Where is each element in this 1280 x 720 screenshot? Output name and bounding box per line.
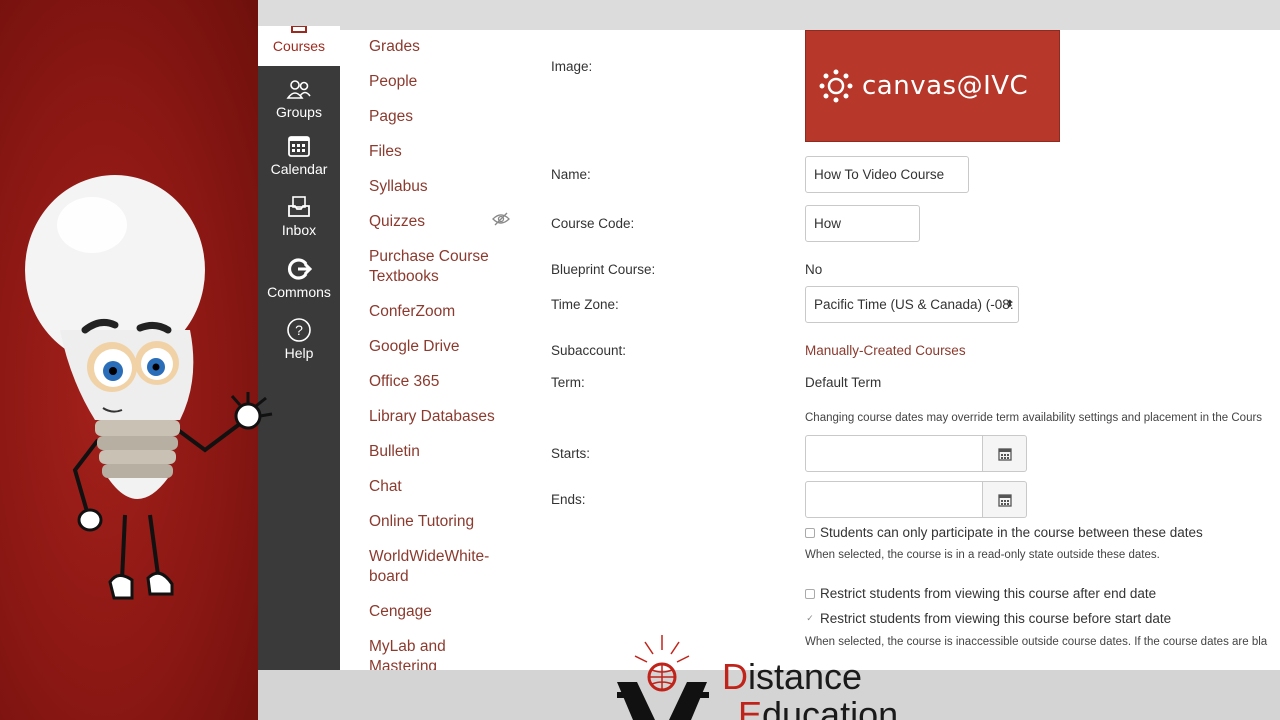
course-settings-form: Image: canvas@IVC Name: How To Video Cou… [525,30,1280,670]
course-nav-pages[interactable]: Pages [369,107,519,127]
course-code-input[interactable]: How [805,205,920,242]
ends-label: Ends: [551,492,586,507]
course-nav-files[interactable]: Files [369,142,519,162]
lightbulb-mascot [25,175,273,600]
select-arrows-icon: ⬍ [1005,299,1014,310]
checkmark-icon[interactable]: ✓ [805,613,815,624]
time-zone-value: Pacific Time (US & Canada) (-08: [814,297,1014,312]
course-name-input[interactable]: How To Video Course [805,156,969,193]
top-bar [258,0,1280,30]
course-navigation: Grades People Pages Files Syllabus Quizz… [340,30,525,670]
term-label: Term: [551,375,585,390]
time-zone-label: Time Zone: [551,297,619,312]
course-image[interactable]: canvas@IVC [805,30,1060,142]
calendar-icon [997,447,1012,461]
blueprint-label: Blueprint Course: [551,262,656,277]
starts-label: Starts: [551,446,591,461]
course-nav-mylab[interactable]: MyLab and Mastering [369,637,479,670]
start-date-input[interactable] [805,435,983,472]
course-nav-purchase-textbooks[interactable]: Purchase Course Textbooks [369,247,519,287]
distance-education-line2: Education [738,694,899,720]
restrict-after-end-checkbox[interactable]: Restrict students from viewing this cour… [805,586,1156,601]
participate-between-dates-label: Students can only participate in the cou… [820,525,1203,540]
course-nav-cengage[interactable]: Cengage [369,602,519,622]
checkbox-box[interactable] [805,588,815,599]
course-nav-chat[interactable]: Chat [369,477,519,497]
canvas-logo-text: canvas@IVC [862,71,1029,101]
distance-education-line1: Distance [722,656,863,697]
course-code-label: Course Code: [551,216,635,231]
term-value: Default Term [805,375,882,390]
course-nav-syllabus[interactable]: Syllabus [369,177,519,197]
blueprint-value: No [805,262,823,277]
start-date-picker-button[interactable] [983,435,1027,472]
time-zone-select[interactable]: Pacific Time (US & Canada) (-08: ⬍ [805,286,1019,323]
end-date-picker-button[interactable] [983,481,1027,518]
checkbox-box[interactable] [805,527,815,538]
eye-slash-icon[interactable] [492,211,510,227]
participate-between-dates-checkbox[interactable]: Students can only participate in the cou… [805,525,1203,540]
restrict-before-start-label: Restrict students from viewing this cour… [820,611,1172,626]
calendar-icon [997,493,1012,507]
image-label: Image: [551,59,593,74]
course-nav-conferzoom[interactable]: ConferZoom [369,302,519,322]
course-nav-office-365[interactable]: Office 365 [369,372,519,392]
participate-hint: When selected, the course is in a read-o… [805,549,1160,561]
restrict-after-end-label: Restrict students from viewing this cour… [820,586,1157,601]
course-nav-google-drive[interactable]: Google Drive [369,337,519,357]
dates-hint: Changing course dates may override term … [805,412,1263,424]
course-nav-library-databases[interactable]: Library Databases [369,407,519,427]
course-nav-grades[interactable]: Grades [369,37,519,57]
course-nav-bulletin[interactable]: Bulletin [369,442,519,462]
end-date-input[interactable] [805,481,983,518]
course-nav-online-tutoring[interactable]: Online Tutoring [369,512,519,532]
restrict-before-start-checkbox[interactable]: ✓ Restrict students from viewing this co… [805,611,1171,626]
course-nav-worldwidewhiteboard[interactable]: WorldWideWhite-board [369,547,509,587]
name-label: Name: [551,167,591,182]
subaccount-label: Subaccount: [551,343,627,358]
subaccount-link[interactable]: Manually-Created Courses [805,343,966,358]
canvas-logo-icon [819,69,853,103]
course-nav-people[interactable]: People [369,72,519,92]
